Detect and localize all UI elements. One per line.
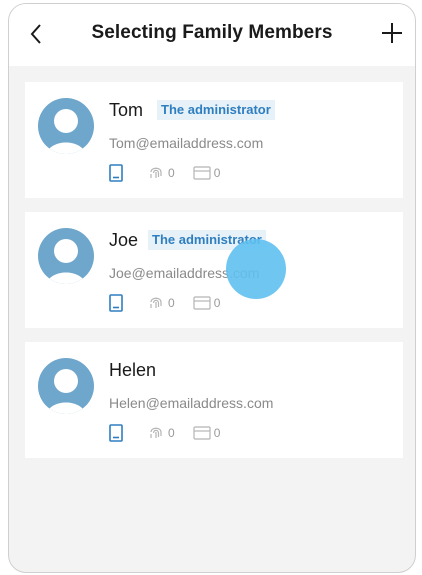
member-name: Joe <box>109 229 139 250</box>
member-email: Tom@emailaddress.com <box>109 135 264 151</box>
admin-badge: The administrator <box>157 100 275 120</box>
name-row: Helen <box>109 358 156 382</box>
fingerprint-credential: 0 <box>147 164 175 182</box>
member-card-tom[interactable]: Tom The administrator Tom@emailaddress.c… <box>25 82 403 198</box>
phone-credential <box>109 294 123 312</box>
member-card-helen[interactable]: Helen Helen@emailaddress.com 0 0 <box>25 342 403 458</box>
member-email: Joe@emailaddress.com <box>109 265 260 281</box>
fingerprint-credential: 0 <box>147 294 175 312</box>
member-list: Tom The administrator Tom@emailaddress.c… <box>25 82 403 472</box>
user-avatar-icon <box>46 369 86 414</box>
fingerprint-count: 0 <box>168 426 175 440</box>
card-credential: 0 <box>193 426 221 440</box>
credential-icons: 0 0 <box>109 423 220 443</box>
fingerprint-icon <box>150 297 162 308</box>
phone-icon <box>109 164 123 182</box>
admin-badge: The administrator <box>148 230 266 250</box>
name-row: Joe The administrator <box>109 228 266 252</box>
phone-credential <box>109 164 123 182</box>
phone-credential <box>109 424 123 442</box>
add-member-button[interactable] <box>378 19 406 47</box>
card-icon <box>193 166 211 180</box>
fingerprint-icon <box>150 427 162 438</box>
page-title: Selecting Family Members <box>91 22 333 43</box>
plus-icon <box>382 23 402 43</box>
credential-icons: 0 0 <box>109 163 220 183</box>
card-count: 0 <box>213 426 221 440</box>
card-icon <box>193 296 211 310</box>
name-row: Tom The administrator <box>109 98 275 122</box>
credential-icons: 0 0 <box>109 293 220 313</box>
member-email: Helen@emailaddress.com <box>109 395 274 411</box>
user-avatar-icon <box>46 109 86 154</box>
fingerprint-icon <box>150 167 162 178</box>
card-credential: 0 <box>193 296 221 310</box>
phone-icon <box>109 424 123 442</box>
card-count: 0 <box>213 166 221 180</box>
member-name: Helen <box>109 359 157 380</box>
fingerprint-count: 0 <box>168 166 175 180</box>
header-bar: Selecting Family Members <box>9 4 415 66</box>
phone-icon <box>109 294 123 312</box>
user-avatar-icon <box>46 239 86 284</box>
member-name: Tom <box>109 99 144 120</box>
fingerprint-credential: 0 <box>147 424 175 442</box>
avatar <box>38 228 94 284</box>
card-icon <box>193 426 211 440</box>
avatar <box>38 98 94 154</box>
fingerprint-count: 0 <box>168 296 175 310</box>
member-card-joe[interactable]: Joe The administrator Joe@emailaddress.c… <box>25 212 403 328</box>
card-credential: 0 <box>193 166 221 180</box>
card-count: 0 <box>213 296 221 310</box>
phone-screen: Selecting Family Members Tom The adminis… <box>8 3 416 573</box>
avatar <box>38 358 94 414</box>
